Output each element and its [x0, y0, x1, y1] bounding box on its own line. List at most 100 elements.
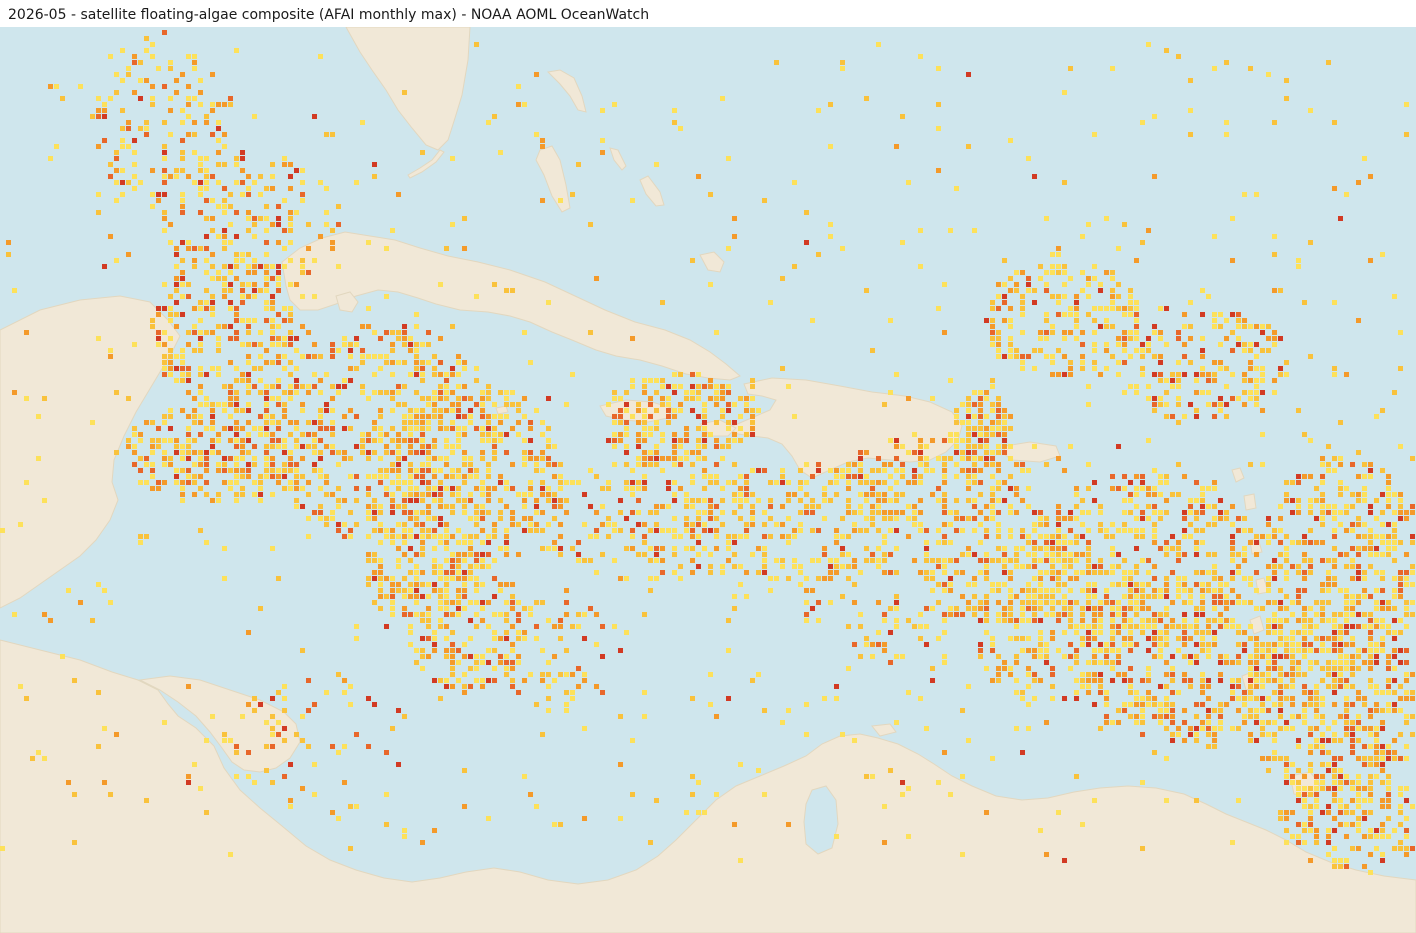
algae-pixel	[1074, 552, 1079, 557]
map-viewport[interactable]	[0, 27, 1416, 933]
algae-pixel	[444, 462, 449, 467]
algae-pixel	[1098, 606, 1103, 611]
algae-pixel	[186, 468, 191, 473]
algae-pixel	[1278, 606, 1283, 611]
algae-pixel	[108, 174, 113, 179]
algae-pixel	[954, 444, 959, 449]
algae-pixel	[540, 432, 545, 437]
algae-pixel	[456, 360, 461, 365]
algae-pixel	[660, 528, 665, 533]
algae-pixel	[696, 522, 701, 527]
algae-pixel	[1344, 660, 1349, 665]
algae-pixel	[1218, 582, 1223, 587]
algae-pixel	[174, 354, 179, 359]
algae-pixel	[504, 390, 509, 395]
algae-pixel	[186, 246, 191, 251]
algae-pixel	[660, 558, 665, 563]
algae-pixel	[438, 492, 443, 497]
algae-pixel	[378, 522, 383, 527]
algae-pixel	[1080, 360, 1085, 365]
algae-pixel	[684, 432, 689, 437]
algae-pixel	[162, 462, 167, 467]
algae-pixel	[1134, 348, 1139, 353]
algae-pixel	[276, 474, 281, 479]
algae-pixel	[426, 330, 431, 335]
algae-pixel	[378, 408, 383, 413]
algae-pixel	[162, 30, 167, 35]
algae-pixel	[1038, 600, 1043, 605]
algae-pixel	[474, 468, 479, 473]
algae-pixel	[204, 450, 209, 455]
algae-pixel	[1068, 306, 1073, 311]
algae-pixel	[660, 432, 665, 437]
algae-pixel	[216, 204, 221, 209]
algae-pixel	[840, 546, 845, 551]
algae-pixel	[462, 576, 467, 581]
algae-pixel	[1230, 618, 1235, 623]
algae-pixel	[198, 456, 203, 461]
algae-pixel	[438, 456, 443, 461]
algae-pixel	[216, 348, 221, 353]
algae-pixel	[1122, 486, 1127, 491]
algae-pixel	[240, 318, 245, 323]
algae-pixel	[1386, 540, 1391, 545]
algae-pixel	[708, 498, 713, 503]
algae-pixel	[702, 486, 707, 491]
algae-pixel	[1128, 306, 1133, 311]
algae-pixel	[390, 438, 395, 443]
algae-pixel	[432, 516, 437, 521]
algae-pixel	[156, 480, 161, 485]
algae-pixel	[522, 450, 527, 455]
algae-pixel	[456, 606, 461, 611]
algae-pixel	[870, 552, 875, 557]
algae-pixel	[1170, 570, 1175, 575]
algae-pixel	[1284, 558, 1289, 563]
algae-pixel	[462, 654, 467, 659]
algae-pixel	[450, 492, 455, 497]
algae-pixel	[294, 390, 299, 395]
algae-pixel	[1284, 720, 1289, 725]
algae-pixel	[1254, 354, 1259, 359]
algae-pixel	[402, 528, 407, 533]
algae-pixel	[1098, 630, 1103, 635]
algae-pixel	[198, 450, 203, 455]
map-canvas[interactable]	[0, 27, 1416, 933]
algae-pixel	[972, 480, 977, 485]
algae-pixel	[180, 168, 185, 173]
algae-pixel	[450, 534, 455, 539]
algae-pixel	[726, 408, 731, 413]
algae-pixel	[672, 498, 677, 503]
algae-pixel	[396, 486, 401, 491]
algae-pixel	[816, 528, 821, 533]
algae-pixel	[162, 456, 167, 461]
algae-pixel	[396, 522, 401, 527]
algae-pixel	[342, 498, 347, 503]
algae-pixel	[240, 258, 245, 263]
algae-pixel	[1230, 348, 1235, 353]
algae-pixel	[258, 480, 263, 485]
algae-pixel	[1356, 546, 1361, 551]
algae-pixel	[1248, 678, 1253, 683]
algae-pixel	[912, 468, 917, 473]
algae-pixel	[1332, 456, 1337, 461]
algae-pixel	[276, 438, 281, 443]
algae-pixel	[1392, 492, 1397, 497]
algae-pixel	[1104, 702, 1109, 707]
algae-pixel	[1188, 588, 1193, 593]
algae-pixel	[120, 78, 125, 83]
algae-pixel	[180, 258, 185, 263]
algae-pixel	[858, 492, 863, 497]
algae-pixel	[150, 420, 155, 425]
algae-pixel	[1254, 606, 1259, 611]
algae-pixel	[456, 588, 461, 593]
algae-pixel	[1296, 666, 1301, 671]
algae-pixel	[912, 450, 917, 455]
algae-pixel	[486, 468, 491, 473]
algae-pixel	[714, 474, 719, 479]
algae-pixel	[594, 510, 599, 515]
algae-pixel	[1320, 558, 1325, 563]
algae-pixel	[1020, 498, 1025, 503]
algae-pixel	[1182, 624, 1187, 629]
algae-pixel	[798, 468, 803, 473]
algae-pixel	[492, 534, 497, 539]
